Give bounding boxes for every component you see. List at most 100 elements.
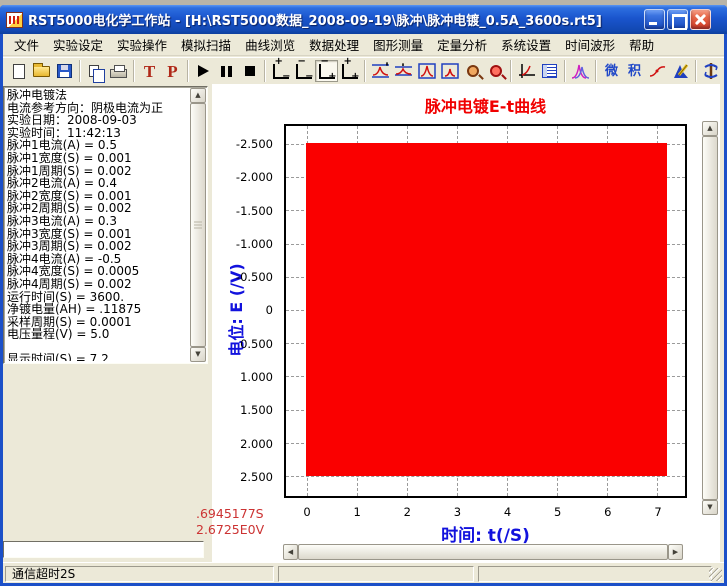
expand-vertical-button[interactable] <box>369 60 392 82</box>
status-pane-2 <box>278 566 474 582</box>
scrollbar-thumb[interactable] <box>702 136 718 500</box>
parameter-line: 脉冲4周期(S) = 0.002 <box>7 278 189 291</box>
open-file-button[interactable] <box>30 60 53 82</box>
new-file-button[interactable] <box>7 60 30 82</box>
status-message-pane: 通信超时2S <box>5 566 274 582</box>
parameter-line: 脉冲电镀法 <box>7 89 189 102</box>
save-button[interactable] <box>53 60 76 82</box>
up-arrow-icon: ▲ <box>195 92 200 99</box>
client-area: 文件 实验设定 实验操作 模拟扫描 曲线浏览 数据处理 图形测量 定量分析 系统… <box>3 34 724 583</box>
scroll-up-button[interactable]: ▲ <box>190 88 206 103</box>
scroll-left-button[interactable]: ◀ <box>283 544 298 560</box>
restore-view-button[interactable] <box>438 60 461 82</box>
data-table-button[interactable] <box>538 60 561 82</box>
annotate-button[interactable] <box>669 60 692 82</box>
run-button[interactable] <box>192 60 215 82</box>
parameter-line: 脉冲3电流(A) = 0.3 <box>7 215 189 228</box>
axis-sign-right: + <box>351 72 359 82</box>
smooth-curve-button[interactable] <box>646 60 669 82</box>
pause-button[interactable] <box>215 60 238 82</box>
y-tick-label: 0 <box>212 304 278 316</box>
axis-settings-button[interactable] <box>515 60 538 82</box>
axis-scale-button-4[interactable]: + + <box>338 60 361 82</box>
zoom-out-button[interactable] <box>461 60 484 82</box>
x-axis-title: 时间: t(/S) <box>284 521 687 546</box>
menu-item-graph-measure[interactable]: 图形测量 <box>366 32 430 57</box>
axis-minus-plus-icon: − + <box>319 64 335 79</box>
toolbar-separator <box>187 60 189 82</box>
et-curve-filled-area <box>306 143 667 476</box>
toolbar-separator <box>564 60 566 82</box>
point-annotation-button[interactable]: P <box>161 60 184 82</box>
parameter-line: 电压量程(V) = 5.0 <box>7 328 189 341</box>
menu-item-help[interactable]: 帮助 <box>622 32 661 57</box>
scroll-down-button[interactable]: ▼ <box>190 347 206 362</box>
menu-item-time-waveform[interactable]: 时间波形 <box>558 32 622 57</box>
scrollbar-thumb[interactable] <box>190 103 206 347</box>
y-tick-label: -2.500 <box>212 138 278 150</box>
toolbar-separator <box>595 60 597 82</box>
integral-ji-icon: 积 <box>628 65 641 78</box>
save-floppy-icon <box>57 64 72 78</box>
stop-button[interactable] <box>238 60 261 82</box>
peak-in-box-small-icon <box>441 63 459 79</box>
scroll-right-button[interactable]: ▶ <box>668 544 683 560</box>
close-button[interactable] <box>690 9 711 30</box>
letter-p-icon: P <box>167 63 177 80</box>
menu-item-experiment-operation[interactable]: 实验操作 <box>110 32 174 57</box>
scrollbar-thumb[interactable] <box>298 544 668 560</box>
integral-button[interactable]: 积 <box>623 60 646 82</box>
parameters-scrollbar[interactable]: ▲ ▼ <box>190 88 206 362</box>
menu-item-system-settings[interactable]: 系统设置 <box>494 32 558 57</box>
minimize-button[interactable] <box>644 9 665 30</box>
parameter-line: 脉冲1宽度(S) = 0.001 <box>7 152 189 165</box>
axis-plus-minus-icon: + − <box>273 64 289 79</box>
axis-scale-button-1[interactable]: + − <box>269 60 292 82</box>
axis-plus-plus-icon: + + <box>342 64 358 79</box>
print-button[interactable] <box>107 60 130 82</box>
letter-t-icon: T <box>144 63 155 80</box>
curve-compress-icon <box>394 62 413 80</box>
compress-vertical-button[interactable] <box>392 60 415 82</box>
axis-scale-button-2[interactable]: − − <box>292 60 315 82</box>
rotate-view-button[interactable] <box>700 60 723 82</box>
menu-item-data-processing[interactable]: 数据处理 <box>302 32 366 57</box>
parameter-line: 显示时间(S) = 7.2 <box>7 353 189 361</box>
zoom-out-icon <box>467 65 479 77</box>
stop-icon <box>245 66 255 76</box>
chart-vertical-scrollbar[interactable]: ▲ ▼ <box>702 121 718 515</box>
menu-item-file[interactable]: 文件 <box>7 32 46 57</box>
down-arrow-icon: ▼ <box>707 504 712 511</box>
copy-button[interactable] <box>84 60 107 82</box>
command-input[interactable] <box>3 541 204 558</box>
x-tick-label: 3 <box>447 505 467 518</box>
app-icon <box>6 12 23 28</box>
open-folder-icon <box>33 66 50 77</box>
statusbar: 通信超时2S <box>3 562 724 583</box>
zoom-in-button[interactable] <box>484 60 507 82</box>
overlay-curves-button[interactable] <box>569 60 592 82</box>
y-tick-label: 1.000 <box>212 371 278 383</box>
derivative-button[interactable]: 微 <box>600 60 623 82</box>
menu-item-curve-browse[interactable]: 曲线浏览 <box>238 32 302 57</box>
copy-icon <box>89 65 99 77</box>
chart-horizontal-scrollbar[interactable]: ◀ ▶ <box>283 544 683 560</box>
zoom-window-button[interactable] <box>415 60 438 82</box>
toolbar-separator <box>79 60 81 82</box>
plot-area[interactable] <box>284 124 687 498</box>
maximize-button[interactable] <box>667 9 688 30</box>
resize-grip[interactable] <box>709 568 722 581</box>
x-tick-label: 0 <box>297 505 317 518</box>
axis-scale-button-3-active[interactable]: − + <box>315 60 338 82</box>
text-annotation-button[interactable]: T <box>138 60 161 82</box>
left-arrow-icon: ◀ <box>288 549 293 556</box>
y-tick-label: 2.000 <box>212 438 278 450</box>
window-title: RST5000电化学工作站 - [H:\RST5000数据_2008-09-19… <box>28 10 727 29</box>
menu-item-experiment-setup[interactable]: 实验设定 <box>46 32 110 57</box>
thumb-grip-icon <box>194 222 202 229</box>
menu-item-quantitative-analysis[interactable]: 定量分析 <box>430 32 494 57</box>
menu-item-simulated-scan[interactable]: 模拟扫描 <box>174 32 238 57</box>
scroll-up-button[interactable]: ▲ <box>702 121 718 136</box>
scroll-down-button[interactable]: ▼ <box>702 500 718 515</box>
axis-sign-top: + <box>275 57 283 67</box>
